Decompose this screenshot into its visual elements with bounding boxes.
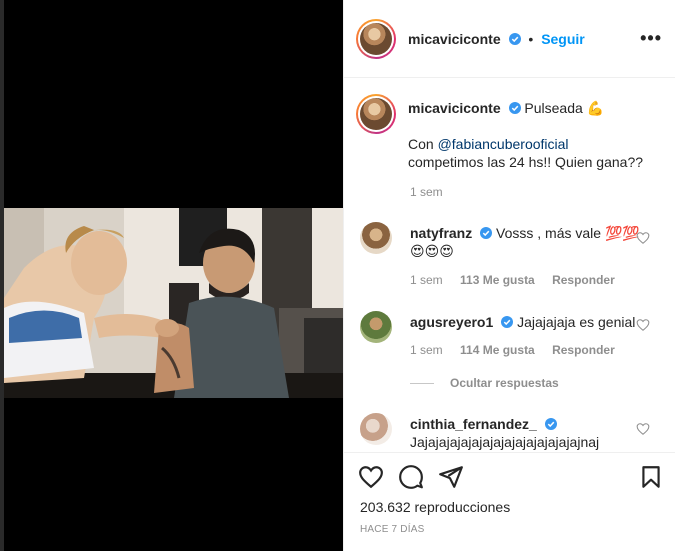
caption-text: Pulseada 💪 [524, 100, 605, 116]
author-username[interactable]: micaviciconte [408, 31, 501, 47]
comment-time[interactable]: 1 sem [410, 273, 443, 287]
caption-body-text: competimos las 24 hs!! Quien gana?? [408, 154, 644, 170]
separator-dot: • [528, 31, 534, 47]
hide-replies-label: Ocultar respuestas [450, 376, 559, 390]
hide-replies-button[interactable]: Ocultar respuestas [410, 376, 559, 390]
caption-author-avatar[interactable] [356, 94, 396, 134]
caption-meta: 1 sem [410, 185, 457, 199]
comment-time[interactable]: 1 sem [410, 343, 443, 357]
comment-likes[interactable]: 114 Me gusta [460, 343, 535, 357]
follow-button[interactable]: Seguir [541, 31, 585, 47]
paper-plane-icon[interactable] [438, 464, 464, 490]
reply-button[interactable]: Responder [552, 273, 615, 287]
author-line: micaviciconte • Seguir [408, 31, 585, 47]
comments-list[interactable]: micaviciconte Pulseada 💪 Con @fabiancube… [344, 79, 675, 459]
comment-avatar[interactable] [360, 311, 392, 343]
comment-text: Jajajajaja es genial [517, 314, 636, 330]
caption-prefix: Con [408, 136, 434, 152]
caption-header: micaviciconte Pulseada 💪 [408, 99, 658, 117]
comment-bubble-icon[interactable] [398, 464, 424, 490]
photo-illustration [4, 208, 343, 398]
verified-badge-icon [544, 418, 557, 430]
view-count[interactable]: 203.632 reproducciones [360, 499, 510, 515]
author-avatar[interactable] [356, 19, 396, 59]
comment-like-heart-icon[interactable] [636, 422, 650, 436]
comment-author[interactable]: cinthia_fernandez_ [410, 416, 537, 432]
post-header: micaviciconte • Seguir ••• [344, 0, 675, 78]
comment-text-block: cinthia_fernandez_ Jajajajajajajajajajaj… [410, 415, 642, 451]
verified-badge-icon [480, 227, 493, 239]
post-media[interactable] [4, 0, 343, 551]
comment-text: Jajajajajajajajajajajajajajajajnaj [410, 434, 600, 450]
verified-badge-icon [508, 33, 521, 45]
comment-text-block: natyfranz Vosss , más vale 💯💯 😍😍😍 [410, 224, 642, 260]
heart-icon[interactable] [358, 464, 384, 490]
comment-author[interactable]: agusreyero1 [410, 314, 493, 330]
comment-text-line2: 😍😍😍 [410, 243, 454, 259]
comment-avatar[interactable] [360, 222, 392, 254]
comment-avatar[interactable] [360, 413, 392, 445]
caption-mention[interactable]: @fabiancuberooficial [438, 136, 569, 152]
comment-text: Vosss , más vale 💯💯 [496, 225, 640, 241]
comment-text-block: agusreyero1 Jajajajaja es genial [410, 313, 642, 331]
bookmark-icon[interactable] [638, 464, 664, 490]
verified-badge-icon [508, 102, 521, 114]
post-photo[interactable] [4, 208, 343, 398]
caption-author[interactable]: micaviciconte [408, 100, 501, 116]
comment-author[interactable]: natyfranz [410, 225, 472, 241]
comment-likes[interactable]: 113 Me gusta [460, 273, 535, 287]
verified-badge-icon [501, 316, 514, 328]
comment-like-heart-icon[interactable] [636, 231, 650, 245]
post-date[interactable]: HACE 7 DÍAS [360, 524, 424, 535]
comment-meta: 1 sem 113 Me gusta Responder [410, 273, 629, 287]
post-side-panel: micaviciconte • Seguir ••• micaviciconte… [343, 0, 675, 551]
replies-divider-line [410, 383, 434, 385]
comment-meta: 1 sem 114 Me gusta Responder [410, 343, 629, 357]
more-options-icon[interactable]: ••• [640, 28, 662, 49]
post-actions-bar: 203.632 reproducciones HACE 7 DÍAS [344, 452, 675, 551]
comment-like-heart-icon[interactable] [636, 318, 650, 332]
reply-button[interactable]: Responder [552, 343, 615, 357]
caption-body: Con @fabiancuberooficial competimos las … [408, 135, 658, 171]
caption-time[interactable]: 1 sem [410, 185, 443, 199]
